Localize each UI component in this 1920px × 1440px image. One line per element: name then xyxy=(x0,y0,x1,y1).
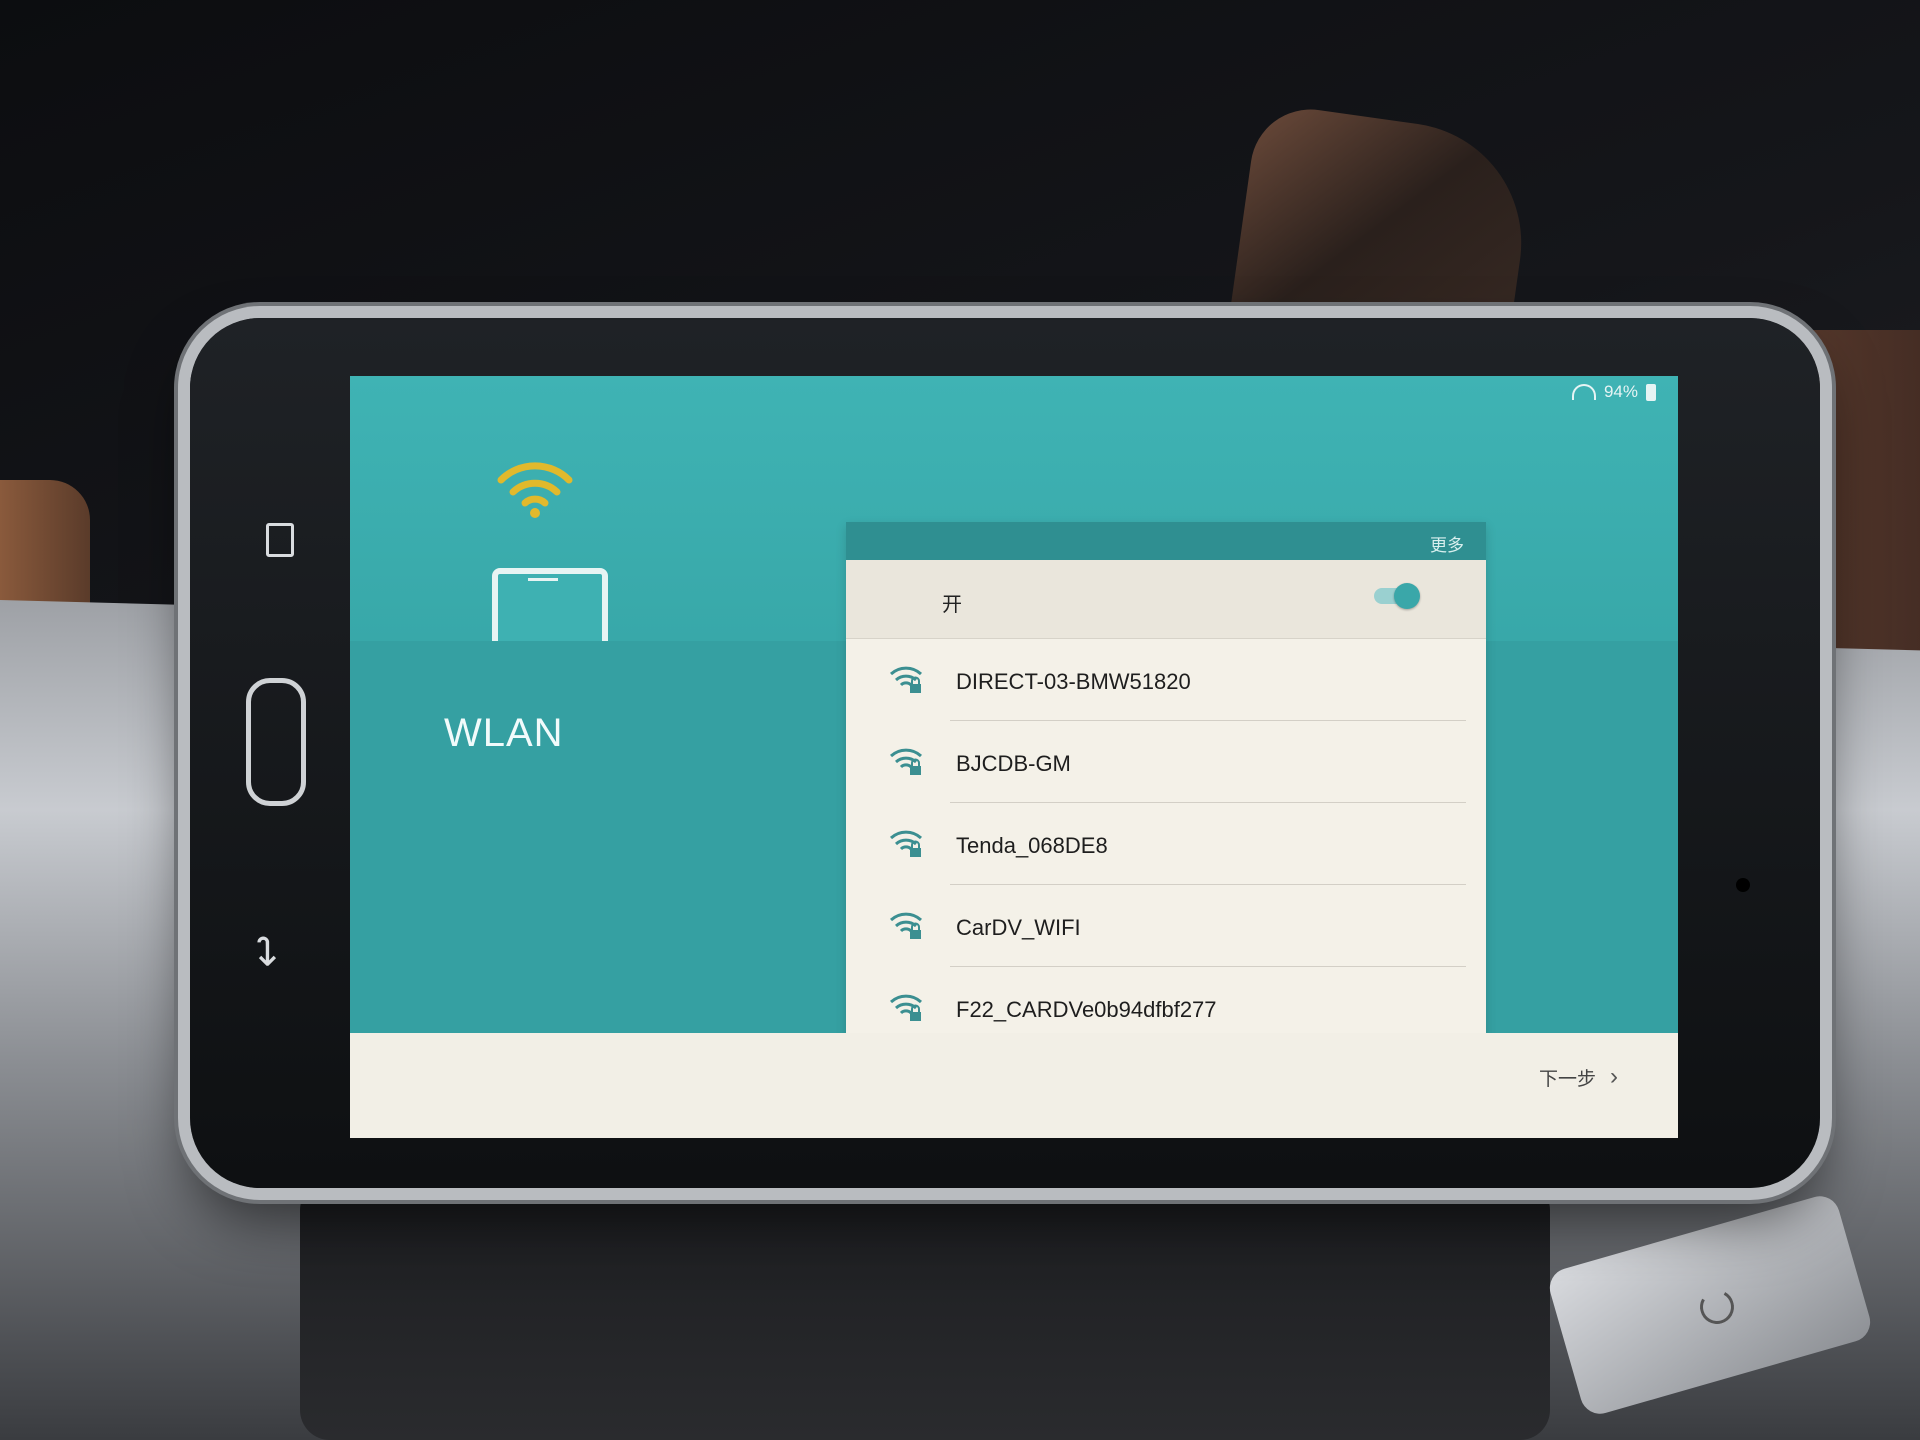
camera-icon xyxy=(1736,878,1750,892)
wifi-list-panel: 更多 开 DIRECT-03-BMW51820 BJCDB-GM Tenda_068… xyxy=(846,522,1486,1038)
wifi-icon xyxy=(497,462,573,518)
next-button[interactable]: 下一步 › xyxy=(1539,1063,1618,1091)
wifi-lock-icon xyxy=(889,994,923,1021)
wifi-lock-icon xyxy=(889,912,923,939)
status-bar: 94% xyxy=(1571,382,1656,402)
back-icon[interactable]: ↩ xyxy=(244,934,290,968)
next-label: 下一步 xyxy=(1538,1068,1596,1090)
network-item[interactable]: BJCDB-GM xyxy=(846,721,1486,803)
wifi-lock-icon xyxy=(889,666,923,693)
bottom-bar: 下一步 › xyxy=(350,1033,1678,1138)
network-ssid: F22_CARDVe0b94dfbf277 xyxy=(956,997,1217,1022)
network-item[interactable]: CarDV_WIFI xyxy=(846,885,1486,967)
more-button[interactable]: 更多 xyxy=(1430,531,1464,556)
network-ssid: BJCDB-GM xyxy=(956,751,1071,776)
network-item[interactable]: Tenda_068DE8 xyxy=(846,803,1486,885)
toggle-label: 开 xyxy=(942,594,962,616)
network-item[interactable]: DIRECT-03-BMW51820 xyxy=(846,639,1486,721)
screen: 94% WLAN 更多 开 DIRECT-03-BMW51820 BJCDB-GM… xyxy=(350,376,1678,1138)
network-ssid: DIRECT-03-BMW51820 xyxy=(956,669,1191,694)
chevron-right-icon: › xyxy=(1610,1063,1618,1090)
panel-header: 更多 xyxy=(846,522,1486,560)
wifi-lock-icon xyxy=(889,830,923,857)
console-well xyxy=(300,1180,1550,1440)
home-button[interactable] xyxy=(246,678,306,806)
network-list: DIRECT-03-BMW51820 BJCDB-GM Tenda_068DE8 Ca… xyxy=(846,639,1486,1049)
page-title: WLAN xyxy=(444,711,564,755)
network-ssid: Tenda_068DE8 xyxy=(956,833,1108,858)
wifi-switch[interactable] xyxy=(1374,583,1420,609)
recent-apps-icon[interactable] xyxy=(266,523,294,557)
battery-text: 94% xyxy=(1603,382,1638,401)
network-ssid: CarDV_WIFI xyxy=(956,915,1081,940)
switch-knob xyxy=(1394,583,1420,609)
status-wifi-icon xyxy=(1571,384,1596,400)
wifi-toggle-row[interactable]: 开 xyxy=(846,560,1486,639)
wifi-lock-icon xyxy=(889,748,923,775)
battery-icon xyxy=(1646,383,1656,401)
